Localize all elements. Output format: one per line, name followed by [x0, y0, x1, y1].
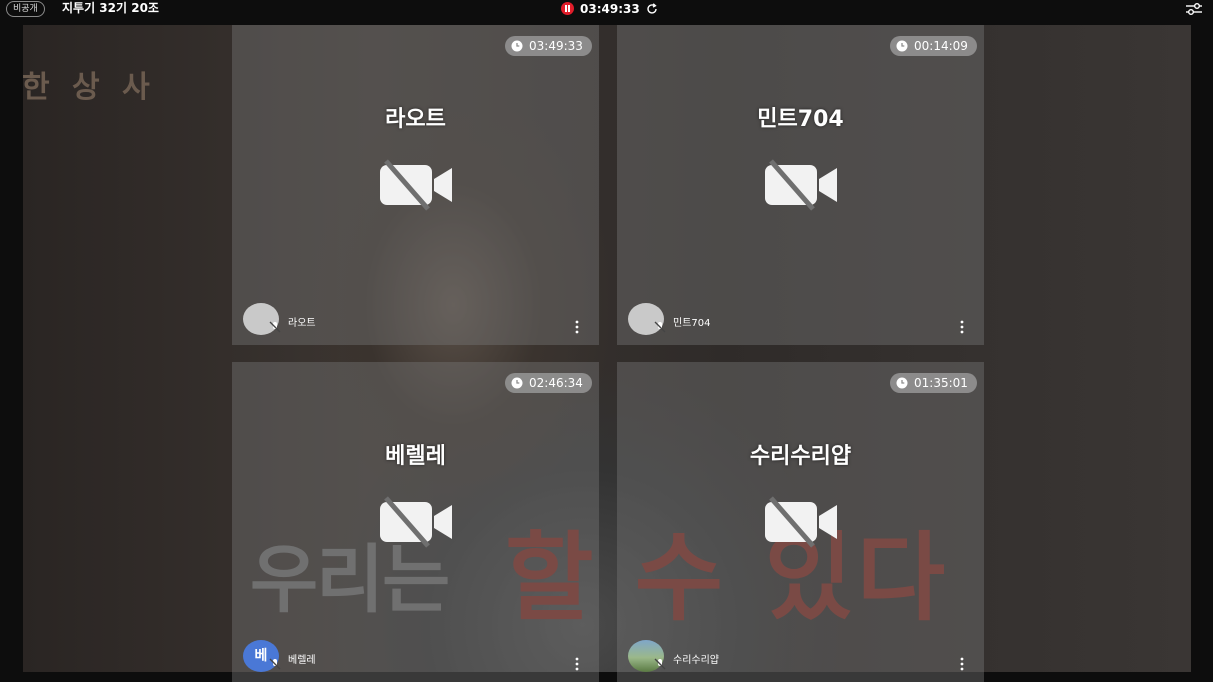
participant-name: 베렐레 — [385, 444, 446, 469]
camera-off-icon — [765, 496, 837, 548]
clock-icon — [896, 377, 908, 389]
settings-sliders-icon[interactable] — [1185, 2, 1203, 16]
duration-text: 00:14:09 — [914, 39, 968, 53]
participant-tile[interactable]: 00:14:09 민트704 민트704 — [617, 25, 984, 345]
clock-icon — [896, 40, 908, 52]
mic-off-icon — [269, 321, 281, 333]
camera-off-icon — [380, 496, 452, 548]
mic-off-icon — [654, 321, 666, 333]
more-vertical-icon[interactable] — [574, 319, 580, 335]
participant-name: 라오트 — [385, 107, 446, 132]
duration-chip: 00:14:09 — [890, 36, 977, 56]
participant-name: 수리수리얍 — [749, 444, 852, 469]
duration-text: 03:49:33 — [529, 39, 583, 53]
clock-icon — [511, 377, 523, 389]
participant-label: 수리수리얍 — [673, 655, 719, 666]
camera-off-icon — [765, 159, 837, 211]
refresh-icon[interactable] — [646, 2, 658, 15]
duration-chip: 02:46:34 — [505, 373, 592, 393]
participant-tile[interactable]: 03:49:33 라오트 라오트 — [232, 25, 599, 345]
more-vertical-icon[interactable] — [959, 319, 965, 335]
participant-tile[interactable]: 02:46:34 베렐레 베 베렐레 — [232, 362, 599, 682]
participant-label: 민트704 — [673, 318, 711, 329]
mic-off-icon — [654, 658, 666, 670]
recording-status: 03:49:33 — [561, 1, 658, 16]
room-title: 지투기 32기 20조 — [62, 1, 159, 15]
top-bar: 비공개 지투기 32기 20조 03:49:33 — [0, 0, 1213, 18]
participant-name: 민트704 — [757, 107, 844, 132]
mic-off-icon — [269, 658, 281, 670]
privacy-badge: 비공개 — [6, 1, 45, 17]
duration-text: 02:46:34 — [529, 376, 583, 390]
participant-tile[interactable]: 01:35:01 수리수리얍 수리수리얍 — [617, 362, 984, 682]
more-vertical-icon[interactable] — [959, 656, 965, 672]
duration-chip: 03:49:33 — [505, 36, 592, 56]
more-vertical-icon[interactable] — [574, 656, 580, 672]
participant-label: 라오트 — [288, 318, 316, 329]
duration-chip: 01:35:01 — [890, 373, 977, 393]
camera-off-icon — [380, 159, 452, 211]
pause-recording-icon[interactable] — [561, 2, 574, 15]
recording-time: 03:49:33 — [580, 1, 640, 16]
background-caption-top: 한 상 사 — [22, 70, 156, 105]
duration-text: 01:35:01 — [914, 376, 968, 390]
participant-label: 베렐레 — [288, 655, 316, 666]
clock-icon — [511, 40, 523, 52]
